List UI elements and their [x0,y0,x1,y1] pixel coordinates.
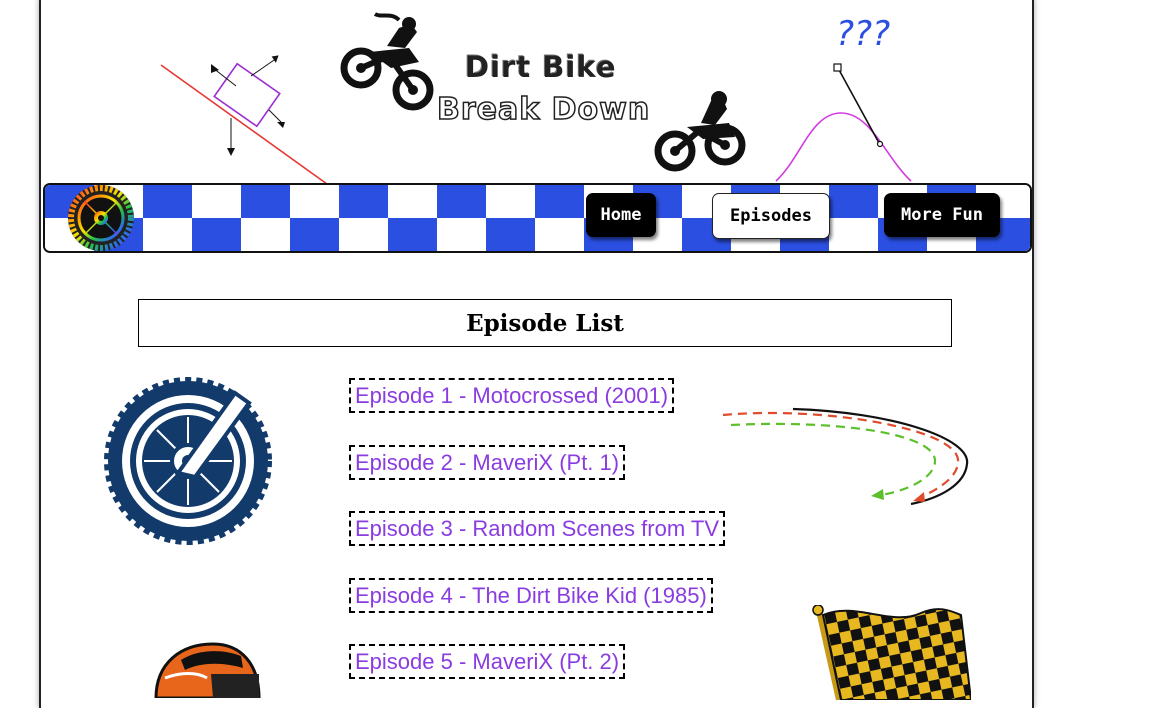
rider-right [654,91,746,172]
episode-link-3[interactable]: Episode 3 - Random Scenes from TV [349,511,725,546]
curved-arrows-decoration [722,407,969,506]
checkered-flag-icon [812,605,971,700]
motocross-helmet-icon [154,642,261,698]
episode-link-4[interactable]: Episode 4 - The Dirt Bike Kid (1985) [349,578,713,613]
rainbow-wheel-logo[interactable] [65,183,137,253]
question-marks: ??? [836,14,891,54]
episode-link-2[interactable]: Episode 2 - MaveriX (Pt. 1) [349,445,626,480]
page-container: Dirt Bike Break Down ??? Home Episodes M… [39,0,1034,708]
checkered-background [45,185,1030,251]
pendulum-curve-diagram [775,63,912,182]
site-logo-line2: Break Down [436,91,651,128]
nav-bar: Home Episodes More Fun [43,183,1032,253]
episode-link-1[interactable]: Episode 1 - Motocrossed (2001) [349,378,675,413]
nav-episodes-button[interactable]: Episodes [712,193,830,239]
episode-list-heading: Episode List [138,299,952,347]
site-logo-line1: Dirt Bike [465,50,617,84]
inclined-plane-diagram [160,55,328,185]
dirt-bike-wheel-icon [104,377,272,545]
rider-left [340,12,434,111]
site-header: Dirt Bike Break Down ??? [41,0,1032,185]
nav-home-button[interactable]: Home [586,193,656,237]
nav-more-fun-button[interactable]: More Fun [884,193,1000,237]
episode-link-5[interactable]: Episode 5 - MaveriX (Pt. 2) [349,644,626,679]
